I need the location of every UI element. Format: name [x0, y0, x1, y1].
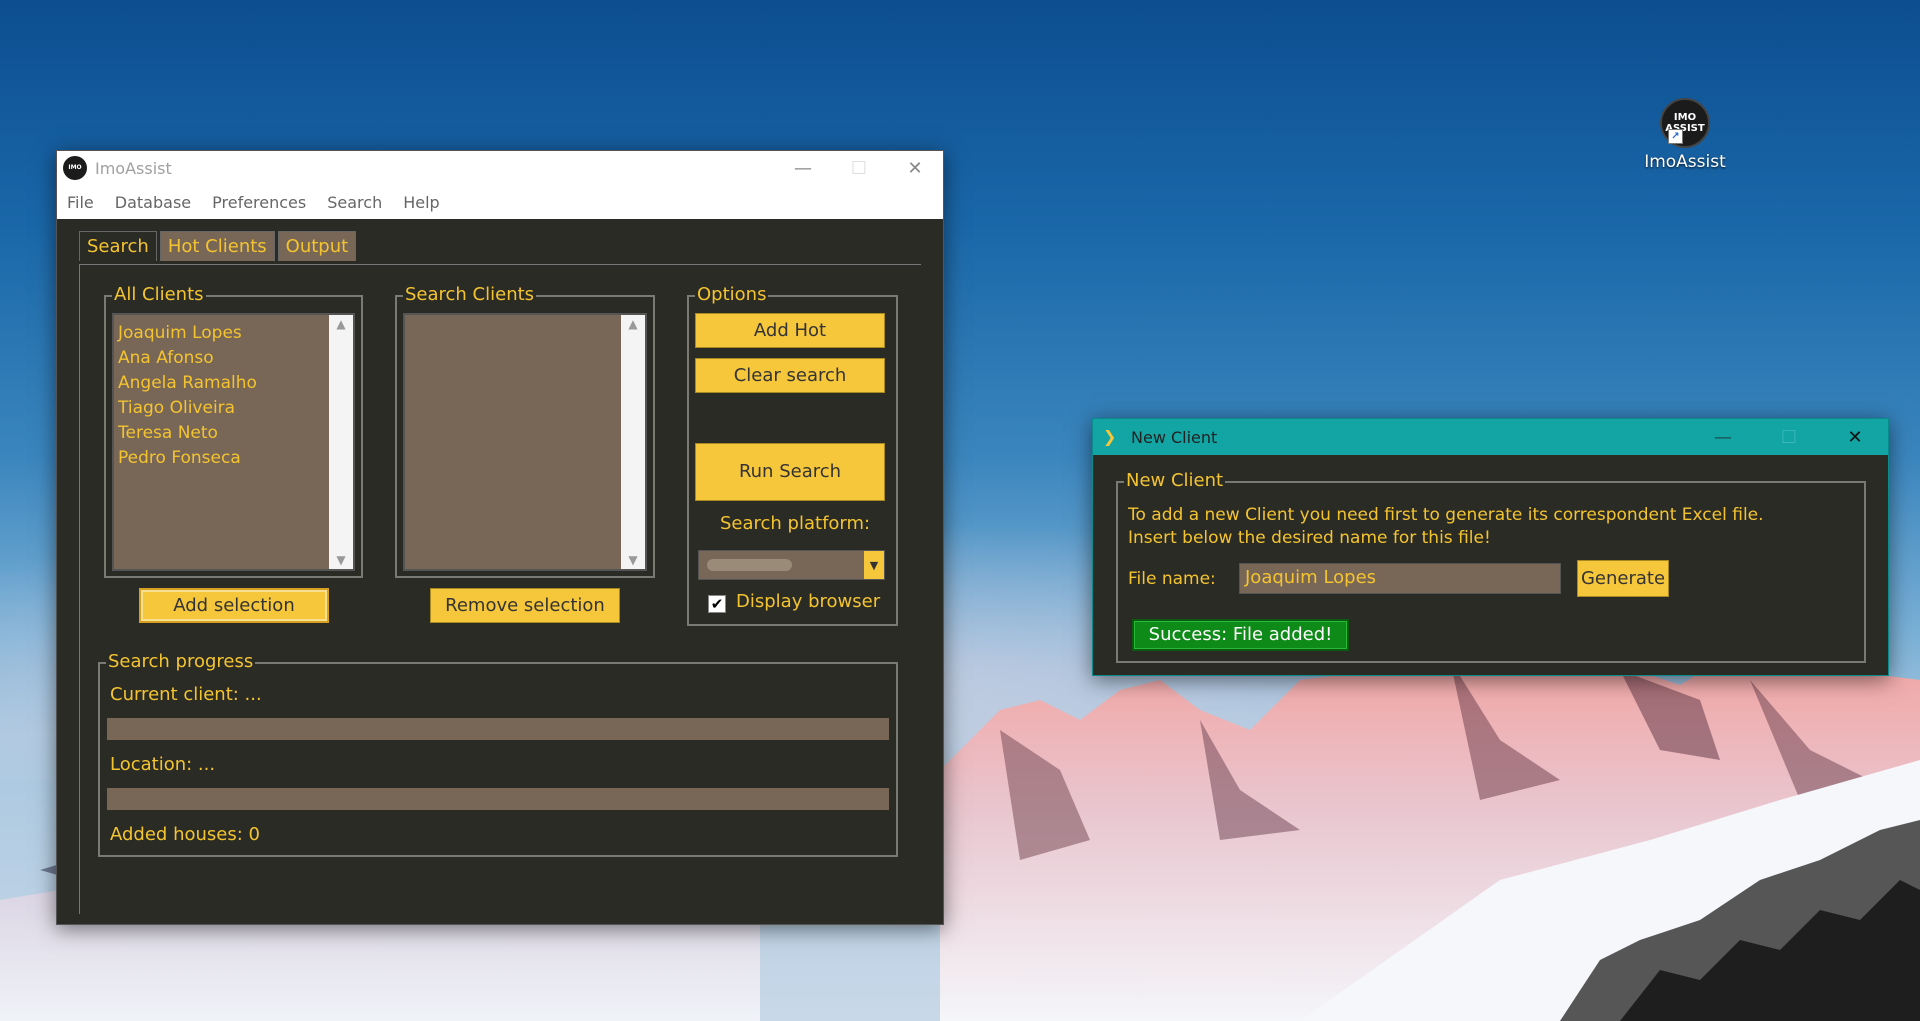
main-window: IMO ImoAssist — ☐ ✕ File Database Prefer… — [56, 150, 944, 925]
app-logo-icon: IMO — [63, 156, 87, 180]
list-item[interactable]: Teresa Neto — [118, 421, 349, 446]
current-client-progress — [107, 718, 889, 740]
scroll-down-icon[interactable]: ▼ — [621, 553, 645, 567]
all-clients-scrollbar[interactable]: ▲ ▼ — [329, 315, 353, 569]
all-clients-label: All Clients — [112, 284, 206, 306]
search-clients-scrollbar[interactable]: ▲ ▼ — [621, 315, 645, 569]
new-client-group-label: New Client — [1124, 470, 1226, 492]
scroll-up-icon[interactable]: ▲ — [621, 317, 645, 331]
added-houses-text: Added houses: 0 — [110, 824, 260, 845]
window-title: ImoAssist — [95, 158, 172, 178]
close-button[interactable]: ✕ — [887, 158, 943, 179]
search-clients-listbox[interactable]: ▲ ▼ — [403, 313, 647, 571]
run-search-button[interactable]: Run Search — [695, 443, 885, 501]
location-text: Location: ... — [110, 754, 216, 775]
shortcut-arrow-icon: ↗ — [1668, 129, 1683, 144]
all-clients-items: Joaquim Lopes Ana Afonso Angela Ramalho … — [114, 315, 353, 477]
maximize-button[interactable]: ☐ — [831, 158, 887, 179]
menu-bar: File Database Preferences Search Help — [57, 185, 943, 219]
new-client-window-title: New Client — [1131, 427, 1218, 447]
options-group: Options Add Hot Clear search Run Search … — [687, 284, 898, 626]
instructions-line1: To add a new Client you need first to ge… — [1128, 505, 1764, 525]
all-clients-listbox[interactable]: Joaquim Lopes Ana Afonso Angela Ramalho … — [112, 313, 355, 571]
scroll-down-icon[interactable]: ▼ — [329, 553, 353, 567]
tab-search[interactable]: Search — [79, 231, 157, 261]
list-item[interactable]: Tiago Oliveira — [118, 396, 349, 421]
minimize-button[interactable]: — — [775, 158, 831, 179]
python-icon: ❯ — [1103, 427, 1117, 446]
search-tab-panel: All Clients Joaquim Lopes Ana Afonso Ang… — [79, 264, 921, 914]
main-content: Search Hot Clients Output All Clients Jo… — [57, 219, 943, 925]
list-item[interactable]: Joaquim Lopes — [118, 321, 349, 346]
options-label: Options — [695, 284, 769, 306]
menu-help[interactable]: Help — [403, 193, 439, 212]
location-progress — [107, 788, 889, 810]
platform-selected-value — [707, 559, 792, 571]
file-name-input[interactable]: Joaquim Lopes — [1239, 563, 1561, 594]
list-item[interactable]: Ana Afonso — [118, 346, 349, 371]
tab-hot-clients[interactable]: Hot Clients — [159, 231, 275, 261]
close-button[interactable]: ✕ — [1822, 427, 1888, 448]
add-selection-button[interactable]: Add selection — [139, 588, 329, 623]
search-progress-group: Search progress Current client: ... Loca… — [98, 651, 898, 857]
display-browser-checkbox[interactable]: ✔ — [708, 595, 726, 613]
all-clients-group: All Clients Joaquim Lopes Ana Afonso Ang… — [104, 284, 363, 578]
search-clients-group: Search Clients ▲ ▼ — [395, 284, 655, 578]
tab-output[interactable]: Output — [277, 231, 357, 261]
new-client-titlebar[interactable]: ❯ New Client — ☐ ✕ — [1093, 419, 1888, 455]
file-name-label: File name: — [1128, 569, 1216, 589]
tab-bar: Search Hot Clients Output — [79, 231, 359, 261]
scroll-up-icon[interactable]: ▲ — [329, 317, 353, 331]
chevron-down-icon[interactable]: ▼ — [864, 551, 884, 579]
list-item[interactable]: Angela Ramalho — [118, 371, 349, 396]
menu-preferences[interactable]: Preferences — [212, 193, 306, 212]
generate-button[interactable]: Generate — [1577, 560, 1669, 597]
search-platform-dropdown[interactable]: ▼ — [698, 550, 885, 580]
list-item[interactable]: Pedro Fonseca — [118, 446, 349, 471]
minimize-button[interactable]: — — [1690, 427, 1756, 448]
search-progress-label: Search progress — [106, 651, 256, 673]
clear-search-button[interactable]: Clear search — [695, 358, 885, 393]
add-hot-button[interactable]: Add Hot — [695, 313, 885, 348]
search-platform-label: Search platform: — [720, 513, 871, 534]
instructions-line2: Insert below the desired name for this f… — [1128, 528, 1491, 548]
main-titlebar[interactable]: IMO ImoAssist — ☐ ✕ — [57, 151, 943, 185]
new-client-group: New Client To add a new Client you need … — [1116, 470, 1866, 663]
menu-database[interactable]: Database — [115, 193, 191, 212]
menu-search[interactable]: Search — [327, 193, 382, 212]
search-clients-label: Search Clients — [403, 284, 537, 306]
current-client-text: Current client: ... — [110, 684, 262, 705]
maximize-button[interactable]: ☐ — [1756, 427, 1822, 448]
new-client-window: ❯ New Client — ☐ ✕ New Client To add a n… — [1092, 418, 1889, 676]
remove-selection-button[interactable]: Remove selection — [430, 588, 620, 623]
display-browser-label: Display browser — [736, 591, 881, 612]
imoassist-logo-icon: IMO ASSIST ↗ — [1660, 98, 1710, 148]
desktop-icon-imoassist[interactable]: IMO ASSIST ↗ ImoAssist — [1630, 98, 1740, 172]
menu-file[interactable]: File — [67, 193, 94, 212]
desktop-icon-label: ImoAssist — [1644, 152, 1726, 172]
status-badge: Success: File added! — [1132, 619, 1349, 651]
